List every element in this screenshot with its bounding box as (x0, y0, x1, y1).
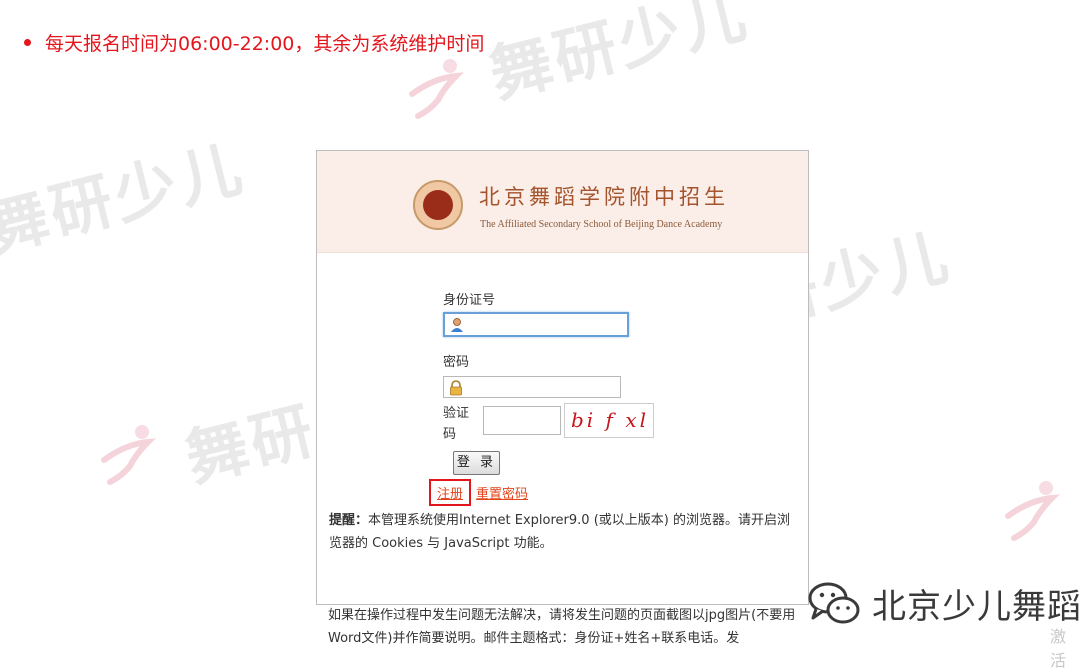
maintenance-notice: 每天报名时间为06:00-22:00，其余为系统维护时间 (24, 29, 484, 56)
captcha-input[interactable] (483, 406, 561, 435)
lock-icon (450, 380, 462, 396)
brand-name: 北京少儿舞蹈 (872, 586, 1080, 627)
reset-password-link[interactable]: 重置密码 (476, 483, 528, 502)
login-panel: 北京舞蹈学院附中招生 The Affiliated Secondary Scho… (316, 150, 809, 605)
watermark-text: 舞研少儿 (482, 0, 757, 112)
browser-tip: 提醒：本管理系统使用Internet Explorer9.0 (或以上版本) 的… (329, 509, 799, 555)
user-icon (451, 318, 463, 332)
captcha-image[interactable]: bi f xl (564, 403, 654, 438)
account-links: 注册 重置密码 (429, 479, 528, 506)
watermark-dancer-icon (1005, 481, 1060, 541)
id-number-input[interactable] (443, 312, 629, 337)
tip-text: 本管理系统使用Internet Explorer9.0 (或以上版本) 的浏览器… (329, 513, 790, 551)
id-number-label: 身份证号 (443, 293, 496, 308)
tip-prefix: 提醒： (329, 513, 369, 528)
login-button[interactable]: 登 录 (453, 451, 500, 475)
wechat-icon (808, 582, 860, 624)
register-highlight: 注册 (429, 479, 472, 506)
watermark-dancer-icon (409, 59, 464, 119)
password-label: 密码 (443, 355, 470, 370)
login-form: 身份证号 密码 (443, 289, 629, 398)
watermark-dancer-icon (101, 425, 156, 485)
wechat-brand: 北京少儿舞蹈 (806, 578, 1080, 628)
notice-text: 每天报名时间为06:00-22:00，其余为系统维护时间 (45, 33, 485, 55)
password-input[interactable] (443, 376, 621, 398)
captcha-label: 验证码 (443, 406, 470, 442)
watermark-text: 舞研少儿 (0, 130, 253, 266)
bullet-icon (24, 39, 31, 46)
register-link[interactable]: 注册 (437, 487, 463, 502)
school-logo (413, 180, 463, 230)
school-name-cn: 北京舞蹈学院附中招生 (479, 185, 729, 209)
school-name-en: The Affiliated Secondary School of Beiji… (480, 219, 723, 230)
brand-sub: 激活 (1050, 627, 1067, 670)
captcha-row: 验证码 bi f xl (443, 403, 654, 445)
help-note: 如果在操作过程中发生问题无法解决，请将发生问题的页面截图以jpg图片(不要用Wo… (328, 608, 796, 646)
school-banner: 北京舞蹈学院附中招生 The Affiliated Secondary Scho… (317, 151, 808, 253)
